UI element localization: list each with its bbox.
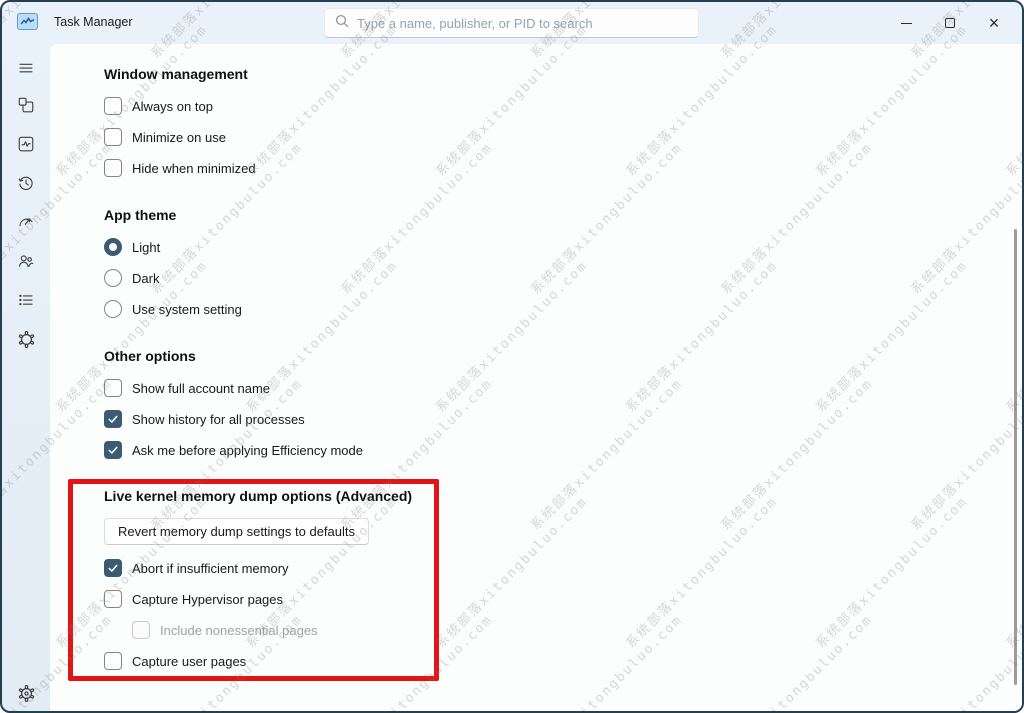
maximize-icon xyxy=(945,18,955,28)
task-manager-window: Task Manager × xyxy=(0,0,1024,713)
menu-button[interactable] xyxy=(10,52,42,84)
checkbox-label: Minimize on use xyxy=(132,130,226,145)
radio-button[interactable] xyxy=(104,269,122,287)
checkbox-label: Abort if insufficient memory xyxy=(132,561,289,576)
checkbox-row: Ask me before applying Efficiency mode xyxy=(104,440,363,460)
processes-icon xyxy=(17,96,35,114)
sidebar-item-performance[interactable] xyxy=(10,128,42,160)
minimize-icon xyxy=(901,23,912,24)
checkbox-row: Capture Hypervisor pages xyxy=(104,589,412,609)
checkbox-label: Ask me before applying Efficiency mode xyxy=(132,443,363,458)
checkbox-label: Include nonessential pages xyxy=(160,623,318,638)
check-icon xyxy=(107,413,119,425)
close-button[interactable]: × xyxy=(972,4,1016,42)
services-icon xyxy=(17,330,36,349)
checkbox[interactable] xyxy=(104,441,122,459)
window-title: Task Manager xyxy=(54,15,133,29)
sidebar-item-processes[interactable] xyxy=(10,89,42,121)
sidebar-item-startup-apps[interactable] xyxy=(10,206,42,238)
checkbox-row: Hide when minimized xyxy=(104,158,256,178)
section-title: Window management xyxy=(104,66,256,82)
section-title: Live kernel memory dump options (Advance… xyxy=(104,488,412,504)
section-app-theme: App theme Light Dark Use system setting xyxy=(104,207,242,330)
section-title: App theme xyxy=(104,207,242,223)
checkbox-label: Show history for all processes xyxy=(132,412,305,427)
checkbox[interactable] xyxy=(104,128,122,146)
radio-button[interactable] xyxy=(104,238,122,256)
section-window-management: Window management Always on top Minimize … xyxy=(104,66,256,189)
section-live-kernel-dump: Live kernel memory dump options (Advance… xyxy=(104,488,412,682)
checkbox-row: Include nonessential pages xyxy=(132,620,412,640)
checkbox-row: Show history for all processes xyxy=(104,409,363,429)
sidebar-item-details[interactable] xyxy=(10,284,42,316)
checkbox[interactable] xyxy=(104,559,122,577)
radio-label: Dark xyxy=(132,271,159,286)
checkbox[interactable] xyxy=(104,410,122,428)
checkbox[interactable] xyxy=(104,159,122,177)
search-box[interactable] xyxy=(324,8,699,38)
sidebar-item-services[interactable] xyxy=(10,323,42,355)
radio-button[interactable] xyxy=(104,300,122,318)
sidebar-item-settings[interactable] xyxy=(10,677,42,709)
maximize-button[interactable] xyxy=(928,4,972,42)
search-icon xyxy=(335,14,349,33)
radio-row: Light xyxy=(104,237,242,257)
checkbox-label: Capture user pages xyxy=(132,654,246,669)
checkbox-label: Capture Hypervisor pages xyxy=(132,592,283,607)
sidebar-item-users[interactable] xyxy=(10,245,42,277)
checkbox[interactable] xyxy=(104,97,122,115)
minimize-button[interactable] xyxy=(884,4,928,42)
checkbox-label: Show full account name xyxy=(132,381,270,396)
checkbox[interactable] xyxy=(104,590,122,608)
radio-row: Dark xyxy=(104,268,242,288)
check-icon xyxy=(107,562,119,574)
checkbox-row: Minimize on use xyxy=(104,127,256,147)
radio-label: Use system setting xyxy=(132,302,242,317)
revert-memory-dump-button[interactable]: Revert memory dump settings to defaults xyxy=(104,518,369,545)
radio-row: Use system setting xyxy=(104,299,242,319)
sidebar-item-app-history[interactable] xyxy=(10,167,42,199)
search-input[interactable] xyxy=(357,16,688,31)
sidebar xyxy=(2,44,50,711)
section-title: Other options xyxy=(104,348,363,364)
app-icon xyxy=(17,13,38,30)
radio-label: Light xyxy=(132,240,160,255)
checkbox-label: Hide when minimized xyxy=(132,161,256,176)
settings-page: Window management Always on top Minimize … xyxy=(50,44,1022,711)
checkbox[interactable] xyxy=(104,652,122,670)
performance-icon xyxy=(17,135,35,153)
details-icon xyxy=(17,291,35,309)
app-history-icon xyxy=(17,174,35,192)
window-controls: × xyxy=(884,2,1016,44)
checkbox[interactable] xyxy=(104,379,122,397)
menu-icon xyxy=(17,59,35,77)
settings-icon xyxy=(17,684,36,703)
check-icon xyxy=(107,444,119,456)
startup-apps-icon xyxy=(17,213,35,231)
titlebar: Task Manager × xyxy=(2,2,1022,44)
checkbox-row: Abort if insufficient memory xyxy=(104,558,412,578)
vertical-scrollbar[interactable] xyxy=(1014,229,1017,685)
close-icon: × xyxy=(989,18,1000,28)
checkbox-row: Always on top xyxy=(104,96,256,116)
checkbox-row: Capture user pages xyxy=(104,651,412,671)
section-other-options: Other options Show full account name Show… xyxy=(104,348,363,471)
users-icon xyxy=(17,252,35,270)
checkbox-row: Show full account name xyxy=(104,378,363,398)
checkbox xyxy=(132,621,150,639)
checkbox-label: Always on top xyxy=(132,99,213,114)
